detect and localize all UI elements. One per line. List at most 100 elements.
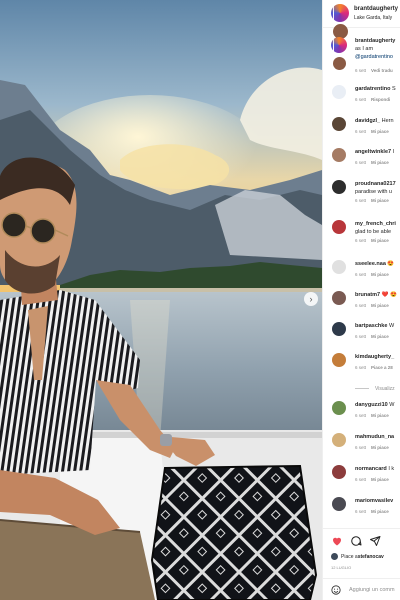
comment-body: paradise with u: [355, 189, 392, 195]
comment-like-link[interactable]: Mi piace: [371, 198, 389, 203]
avatar[interactable]: [331, 37, 347, 88]
comment-text: angeltwinkle7 I: [355, 149, 395, 155]
comment-meta: 6 sett Piace a 28: [355, 365, 393, 370]
comment-username[interactable]: davidgzl_: [355, 118, 380, 124]
comment-username[interactable]: gardatrentino: [355, 86, 390, 92]
comment-username[interactable]: normancard: [355, 466, 387, 472]
comment-row: my_french_chri glad to be able 6 sett Mi p…: [323, 220, 400, 248]
post-photo[interactable]: ›: [0, 0, 322, 600]
avatar[interactable]: [332, 85, 346, 99]
emoji-icon[interactable]: [331, 585, 341, 595]
avatar[interactable]: [332, 220, 346, 234]
comment-like-link[interactable]: Piace a 28: [371, 365, 393, 370]
chevron-right-icon: ›: [309, 294, 313, 304]
comment-text: my_french_chri: [355, 221, 396, 227]
comment-icon[interactable]: [350, 535, 362, 547]
comment-meta: 6 sett Mi piace: [355, 509, 389, 514]
comment-like-link[interactable]: Mi piace: [371, 272, 389, 277]
caption-username[interactable]: brantdaugherty: [355, 38, 395, 44]
heart-icon[interactable]: [331, 535, 343, 547]
comment-meta: 6 sett Mi piace: [355, 413, 389, 418]
comment-like-link[interactable]: Mi piace: [371, 334, 389, 339]
comment-like-link[interactable]: Mi piace: [371, 303, 389, 308]
comment-meta: 6 sett Mi piace: [355, 445, 389, 450]
caption-mention[interactable]: @gardatrentino: [355, 54, 393, 60]
caption-meta: 6 sett Vedi tradu: [355, 68, 393, 73]
comment-username[interactable]: danyguzzi10: [355, 402, 388, 408]
comment-meta: 6 sett Mi piace: [355, 334, 389, 339]
caption-text: as I am: [355, 46, 374, 52]
post-panel: brantdaugherty Lake Garda, Italy brantda…: [322, 0, 400, 600]
comment-row: kimdaugherty_ 6 sett Piace a 28: [323, 353, 400, 381]
comment-username[interactable]: proudnana0217: [355, 181, 396, 187]
avatar[interactable]: [331, 4, 349, 57]
comment-like-link[interactable]: Mi piace: [371, 477, 389, 482]
post-username[interactable]: brantdaugherty: [354, 6, 398, 12]
comment-username[interactable]: mariomvasilev: [355, 498, 393, 504]
comment-like-link[interactable]: Mi piace: [371, 238, 389, 243]
comment-username[interactable]: angeltwinkle7: [355, 149, 391, 155]
avatar: [331, 553, 338, 560]
avatar[interactable]: [332, 497, 346, 511]
comment-username[interactable]: mahmudun_na: [355, 434, 394, 440]
avatar[interactable]: [332, 291, 346, 305]
avatar[interactable]: [332, 465, 346, 479]
comment-text: gardatrentino S: [355, 86, 396, 92]
comment-text: proudnana0217: [355, 181, 396, 187]
comment-meta: 6 sett Mi piace: [355, 160, 389, 165]
avatar[interactable]: [332, 353, 346, 367]
lake-garda-photo: [0, 0, 322, 600]
likes-summary[interactable]: Piace a stefanocav: [331, 553, 384, 560]
comment-username[interactable]: my_french_chri: [355, 221, 396, 227]
comment-like-link[interactable]: Rispondi: [371, 97, 390, 102]
comment-row: angeltwinkle7 I 6 sett Mi piace: [323, 148, 400, 176]
comment-text: bartpaschke W: [355, 323, 395, 329]
translate-link[interactable]: Vedi tradu: [371, 68, 393, 73]
post-header: brantdaugherty Lake Garda, Italy: [323, 0, 400, 57]
view-replies-link[interactable]: Visualizz: [355, 386, 395, 392]
comment-row: mariomvasilev 6 sett Mi piace: [323, 497, 400, 525]
post-location[interactable]: Lake Garda, Italy: [354, 15, 392, 21]
comment-like-link[interactable]: Mi piace: [371, 129, 389, 134]
avatar[interactable]: [332, 180, 346, 194]
comment-text: mariomvasilev: [355, 498, 393, 504]
add-comment-bar: [323, 578, 400, 600]
comment-username[interactable]: bartpaschke: [355, 323, 387, 329]
caption: brantdaugherty as I am @gardatrentino 6 …: [323, 37, 400, 88]
comment-username[interactable]: sseelee.naa: [355, 261, 386, 267]
avatar[interactable]: [332, 433, 346, 447]
comment-row: gardatrentino S 6 sett Rispondi: [323, 85, 400, 113]
post-date: 12 LUGLIO: [331, 565, 352, 570]
avatar[interactable]: [332, 401, 346, 415]
comment-like-link[interactable]: Mi piace: [371, 445, 389, 450]
comment-text: kimdaugherty_: [355, 354, 394, 360]
comment-text: normancard I k: [355, 466, 395, 472]
next-photo-button[interactable]: ›: [304, 292, 318, 306]
comment-like-link[interactable]: Mi piace: [371, 160, 389, 165]
comment-username[interactable]: kimdaugherty_: [355, 354, 394, 360]
comment-row: brunatm7 ❤️ 😍 6 sett Mi piace: [323, 291, 400, 319]
comment-meta: 6 sett Rispondi: [355, 97, 391, 102]
comment-body: glad to be able: [355, 229, 392, 235]
comment-row: danyguzzi10 W 6 sett Mi piace: [323, 401, 400, 429]
comment-username[interactable]: brunatm7: [355, 292, 380, 298]
comment-like-link[interactable]: Mi piace: [371, 413, 389, 418]
avatar[interactable]: [332, 260, 346, 274]
comment-text: brunatm7 ❤️ 😍: [355, 292, 397, 298]
avatar[interactable]: [332, 117, 346, 131]
comment-text: mahmudun_na: [355, 434, 394, 440]
comment-text: danyguzzi10 W: [355, 402, 395, 408]
comment-row: sseelee.naa 😍 6 sett Mi piace: [323, 260, 400, 288]
comment-like-link[interactable]: Mi piace: [371, 509, 389, 514]
avatar[interactable]: [332, 148, 346, 162]
likes-user[interactable]: stefanocav: [358, 554, 384, 560]
comment-input[interactable]: [349, 583, 400, 597]
share-icon[interactable]: [369, 535, 381, 547]
comment-row: mahmudun_na 6 sett Mi piace: [323, 433, 400, 461]
comment-text: davidgzl_ Hern: [355, 118, 394, 124]
comment-meta: 6 sett Mi piace: [355, 272, 389, 277]
comment-meta: 6 sett Mi piace: [355, 238, 389, 243]
comment-meta: 6 sett Mi piace: [355, 303, 389, 308]
avatar[interactable]: [332, 322, 346, 336]
comment-meta: 6 sett Mi piace: [355, 198, 389, 203]
